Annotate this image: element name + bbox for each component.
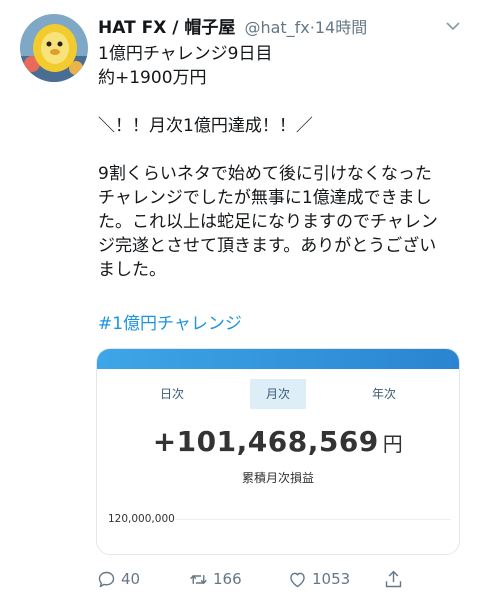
profit-value: +101,468,569 xyxy=(152,425,379,458)
avatar-icon xyxy=(20,14,88,82)
hashtag-link[interactable]: #1億円チャレンジ xyxy=(98,309,242,334)
profit-label: 累積月次損益 xyxy=(241,471,314,485)
avatar[interactable] xyxy=(20,14,88,82)
like-count: 1053 xyxy=(312,570,351,588)
currency-unit: 円 xyxy=(382,432,404,456)
reply-icon xyxy=(98,571,115,587)
reply-button[interactable]: 40 xyxy=(96,566,140,592)
chevron-down-icon[interactable] xyxy=(444,17,462,35)
chart-axis-label: 120,000,000 xyxy=(108,513,175,525)
retweet-button[interactable]: 166 xyxy=(188,566,242,592)
share-button[interactable] xyxy=(383,566,408,592)
share-icon xyxy=(385,570,402,587)
tweet: HAT FX / 帽子屋 @hat_fx·14時間 1億円チャレンジ9日目 約+… xyxy=(0,0,480,605)
display-name[interactable]: HAT FX / 帽子屋 xyxy=(98,18,235,38)
tab-yearly[interactable]: 年次 xyxy=(356,379,412,409)
tweet-actions: 40 166 1053 xyxy=(96,566,416,592)
tweet-header: HAT FX / 帽子屋 @hat_fx·14時間 xyxy=(98,13,466,38)
card-header-bar xyxy=(97,349,459,369)
retweet-icon xyxy=(190,574,207,584)
tweet-text: 1億円チャレンジ9日目 約+1900万円 ＼！！月次1億円達成！！／ 9割くらい… xyxy=(98,44,438,280)
reply-count: 40 xyxy=(121,570,141,588)
user-handle[interactable]: @hat_fx xyxy=(244,18,309,37)
timestamp[interactable]: 14時間 xyxy=(315,18,367,37)
image-card[interactable]: 日次 月次 年次 +101,468,569 円 累積月次損益 120,000,00… xyxy=(96,348,460,555)
chart-gridline xyxy=(175,519,451,520)
like-icon xyxy=(290,572,305,587)
tab-daily[interactable]: 日次 xyxy=(144,379,200,409)
tab-monthly[interactable]: 月次 xyxy=(250,379,306,409)
profit-amount: +101,468,569 円 xyxy=(97,425,459,458)
retweet-count: 166 xyxy=(213,570,242,588)
like-button[interactable]: 1053 xyxy=(287,566,350,592)
